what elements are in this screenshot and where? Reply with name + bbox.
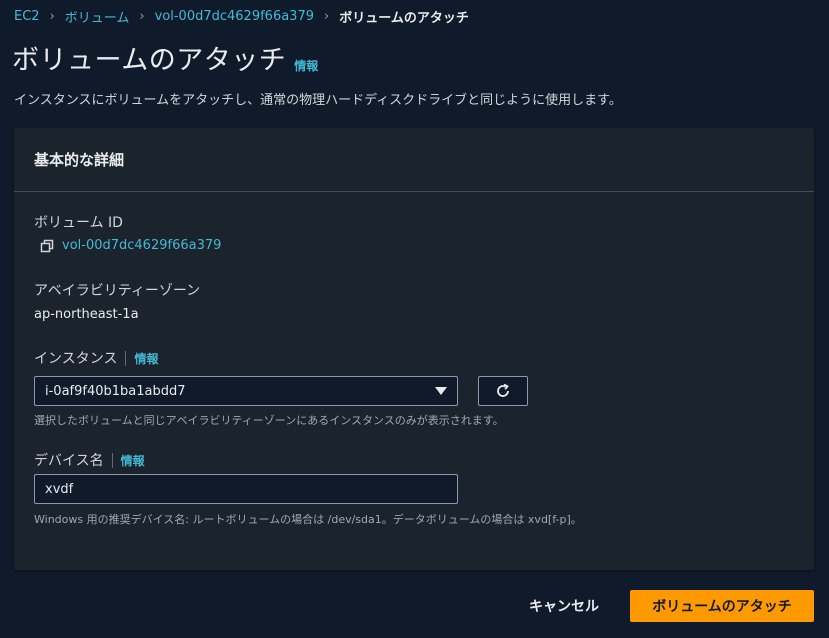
instance-label: インスタンス 情報	[34, 348, 158, 368]
basic-details-panel: 基本的な詳細 ボリューム ID vol-00d7dc4629f66a379 アベ…	[14, 128, 814, 570]
chevron-right-icon: ›	[49, 8, 55, 24]
device-label-text: デバイス名	[34, 453, 104, 469]
page-description: インスタンスにボリュームをアタッチし、通常の物理ハードディスクドライブと同じよう…	[14, 93, 622, 108]
device-info-link[interactable]: 情報	[121, 452, 145, 469]
chevron-right-icon: ›	[139, 8, 145, 24]
refresh-icon	[497, 383, 509, 397]
az-value: ap-northeast-1a	[34, 307, 139, 322]
az-label-text: アベイラビリティーゾーン	[34, 283, 201, 299]
chevron-right-icon: ›	[324, 8, 330, 24]
attach-volume-button[interactable]: ボリュームのアタッチ	[630, 590, 814, 622]
header-info-link[interactable]: 情報	[294, 57, 318, 74]
instance-label-text: インスタンス	[34, 351, 118, 367]
page-header: ボリュームのアタッチ 情報	[12, 44, 318, 78]
label-divider	[125, 350, 127, 366]
panel-title: 基本的な詳細	[34, 151, 125, 169]
az-label: アベイラビリティーゾーン	[34, 280, 200, 300]
page-title: ボリュームのアタッチ	[12, 45, 287, 76]
volume-id-link[interactable]: vol-00d7dc4629f66a379	[40, 238, 221, 253]
breadcrumb-ec2[interactable]: EC2	[14, 9, 40, 24]
device-label: デバイス名 情報	[34, 450, 145, 470]
device-hint: Windows 用の推奨デバイス名: ルートボリュームの場合は /dev/sda…	[34, 513, 582, 526]
volume-id-value[interactable]: vol-00d7dc4629f66a379	[62, 238, 221, 253]
breadcrumb: EC2 › ボリューム › vol-00d7dc4629f66a379 › ボリ…	[14, 6, 469, 26]
breadcrumb-current: ボリュームのアタッチ	[339, 10, 469, 26]
instance-select[interactable]: i-0af9f40b1ba1abdd7	[34, 376, 458, 406]
instance-info-link[interactable]: 情報	[134, 350, 158, 367]
volume-id-label: ボリューム ID	[34, 212, 123, 232]
copy-icon[interactable]	[40, 239, 54, 253]
label-divider	[111, 452, 113, 468]
device-name-input[interactable]	[34, 474, 458, 504]
refresh-button[interactable]	[478, 376, 528, 406]
instance-hint: 選択したボリュームと同じアベイラビリティーゾーンにあるインスタンスのみが表示され…	[34, 414, 504, 427]
breadcrumb-volumes[interactable]: ボリューム	[65, 7, 130, 26]
breadcrumb-volume-id[interactable]: vol-00d7dc4629f66a379	[155, 9, 314, 24]
panel-header: 基本的な詳細	[14, 128, 814, 192]
caret-down-icon	[435, 387, 447, 395]
cancel-button[interactable]: キャンセル	[516, 590, 612, 622]
instance-select-value: i-0af9f40b1ba1abdd7	[45, 383, 186, 399]
volume-id-label-text: ボリューム ID	[34, 215, 123, 231]
